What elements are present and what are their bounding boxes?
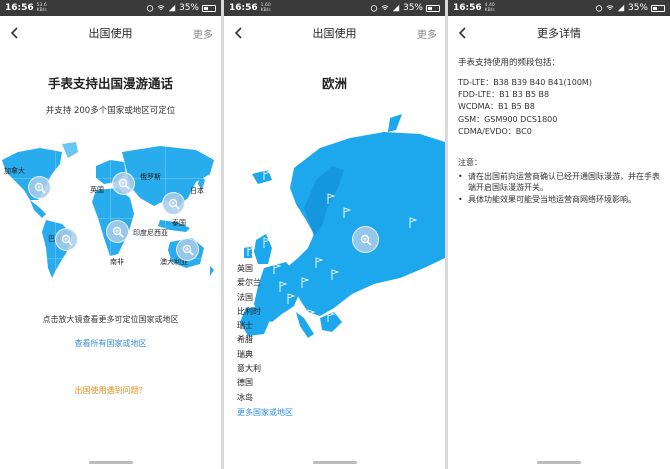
home-indicator[interactable] <box>312 460 357 464</box>
country-item: 比利时 <box>237 306 261 316</box>
world-map-graphic <box>0 138 221 290</box>
map-label-thailand: 泰国 <box>172 219 186 227</box>
wifi-icon <box>606 5 614 10</box>
note-title: 注意： <box>458 158 482 168</box>
map-label-japan: 日本 <box>190 187 204 195</box>
signal-icon <box>392 4 400 12</box>
country-list: 英国 爱尔兰 法国 比利时 瑞士 希腊 瑞典 意大利 德国 冰岛 <box>237 262 261 405</box>
band-details: 手表支持使用的频段包括： TD-LTE：B38 B39 B40 B41(100M… <box>458 56 662 206</box>
home-indicator[interactable] <box>88 460 133 464</box>
magnifier-icon <box>360 234 372 246</box>
country-item: 冰岛 <box>237 392 253 402</box>
view-all-countries-link[interactable]: 查看所有国家或地区 <box>0 338 221 349</box>
map-label-canada: 加拿大 <box>4 167 25 175</box>
status-bar: 16:56 1.60 KB/s 35% <box>224 0 445 16</box>
status-time: 16:56 <box>5 3 34 13</box>
battery-icon <box>426 4 440 12</box>
status-bar: 16:56 4.40 KB/s 35% <box>448 0 670 16</box>
screen-more-details: 16:56 4.40 KB/s 35% 更多详情 手表支持使用的频段包括： TD… <box>448 0 670 469</box>
back-arrow-icon[interactable] <box>455 25 471 41</box>
battery-percent: 35% <box>627 3 648 13</box>
status-bar: 16:56 53.6 KB/s 35% <box>0 0 221 16</box>
map-label-south-africa: 南非 <box>110 258 124 266</box>
country-item: 德国 <box>237 378 253 388</box>
screen-overseas-use: 16:56 53.6 KB/s 35% 出国使用 更多 手表支持出国漫游通话 并… <box>0 0 221 469</box>
country-item: 英国 <box>237 264 253 273</box>
country-item: 意大利 <box>237 364 261 374</box>
alarm-icon <box>146 5 154 12</box>
bullet-icon: • <box>458 195 463 205</box>
band-line: GSM：GSM900 DCS1800 <box>458 114 558 124</box>
page-title: 出国使用 <box>88 27 133 40</box>
map-label-russia: 俄罗斯 <box>140 173 161 181</box>
magnifier-icon <box>112 226 124 238</box>
region-heading: 欧洲 <box>321 76 347 91</box>
roaming-heading: 手表支持出国漫游通话 <box>47 76 173 91</box>
band-line: TD-LTE：B38 B39 B40 B41(100M) <box>458 78 592 87</box>
zoom-europe-detail-button[interactable] <box>352 226 379 253</box>
country-item: 瑞典 <box>237 349 253 359</box>
alarm-icon <box>595 5 603 12</box>
battery-icon <box>651 4 665 12</box>
note-text: 具体功能效果可能受当地运营商网络环境影响。 <box>468 195 636 205</box>
zoom-asia-button[interactable] <box>162 192 185 215</box>
title-bar: 更多详情 <box>448 16 670 50</box>
more-button[interactable]: 更多 <box>417 26 437 41</box>
note-item: • 请在出国前向运营商确认已经开通国际漫游，并在手表端开启国际漫游开关。 <box>458 171 662 193</box>
magnifier-icon <box>61 234 73 246</box>
battery-percent: 35% <box>178 3 199 13</box>
alarm-icon <box>370 5 378 12</box>
country-item: 法国 <box>237 292 253 302</box>
wifi-icon <box>381 5 389 10</box>
signal-icon <box>168 4 176 12</box>
zoom-africa-button[interactable] <box>106 220 129 243</box>
map-label-indonesia: 印度尼西亚 <box>133 229 168 237</box>
zoom-north-america-button[interactable] <box>28 176 51 199</box>
country-item: 爱尔兰 <box>237 278 261 288</box>
screen-europe: 16:56 1.60 KB/s 35% 出国使用 更多 欧洲 英国 爱尔兰 法国… <box>224 0 445 469</box>
bullet-icon: • <box>458 172 463 182</box>
world-map: 加拿大 俄罗斯 英国 日本 泰国 印度尼西亚 巴西 南非 澳大利亚 <box>0 138 221 290</box>
network-speed: 4.40 KB/s <box>484 3 495 13</box>
network-speed: 53.6 KB/s <box>36 3 47 13</box>
more-countries-link[interactable]: 更多国家或地区 <box>237 407 293 418</box>
signal-icon <box>617 4 625 12</box>
bands-heading: 手表支持使用的频段包括： <box>458 58 561 68</box>
title-bar: 出国使用 更多 <box>0 16 221 50</box>
band-line: CDMA/EVDO：BC0 <box>458 126 532 136</box>
page-title: 更多详情 <box>537 27 581 40</box>
battery-percent: 35% <box>402 3 423 13</box>
title-bar: 出国使用 更多 <box>224 16 445 50</box>
status-time: 16:56 <box>229 3 258 13</box>
page-title: 出国使用 <box>312 27 357 40</box>
more-button[interactable]: 更多 <box>193 26 213 41</box>
zoom-hint-text: 点击放大镜查看更多可定位国家或地区 <box>42 315 179 324</box>
zoom-oceania-button[interactable] <box>176 238 199 261</box>
magnifier-icon <box>168 198 180 210</box>
band-line: WCDMA：B1 B5 B8 <box>458 102 535 112</box>
gesture-bar <box>224 455 445 469</box>
wifi-icon <box>157 5 165 10</box>
home-indicator[interactable] <box>537 460 581 464</box>
magnifier-icon <box>34 182 46 194</box>
back-arrow-icon[interactable] <box>7 25 23 41</box>
gesture-bar <box>448 455 670 469</box>
country-item: 希腊 <box>237 335 253 345</box>
note-item: • 具体功能效果可能受当地运营商网络环境影响。 <box>458 194 662 205</box>
zoom-europe-button[interactable] <box>112 172 135 195</box>
band-line: FDD-LTE：B1 B3 B5 B8 <box>458 90 550 100</box>
zoom-south-america-button[interactable] <box>55 228 78 251</box>
gesture-bar <box>0 455 221 469</box>
magnifier-icon <box>118 178 130 190</box>
back-arrow-icon[interactable] <box>231 25 247 41</box>
country-item: 瑞士 <box>237 321 253 331</box>
network-speed: 1.60 KB/s <box>260 3 271 13</box>
status-time: 16:56 <box>453 3 482 13</box>
magnifier-icon <box>182 244 194 256</box>
problem-help-link[interactable]: 出国使用遇到问题？ <box>0 385 221 396</box>
roaming-subheading: 并支持 200多个国家或地区可定位 <box>45 106 176 116</box>
map-label-uk: 英国 <box>90 186 104 194</box>
battery-icon <box>202 4 216 12</box>
note-text: 请在出国前向运营商确认已经开通国际漫游，并在手表端开启国际漫游开关。 <box>468 172 660 193</box>
